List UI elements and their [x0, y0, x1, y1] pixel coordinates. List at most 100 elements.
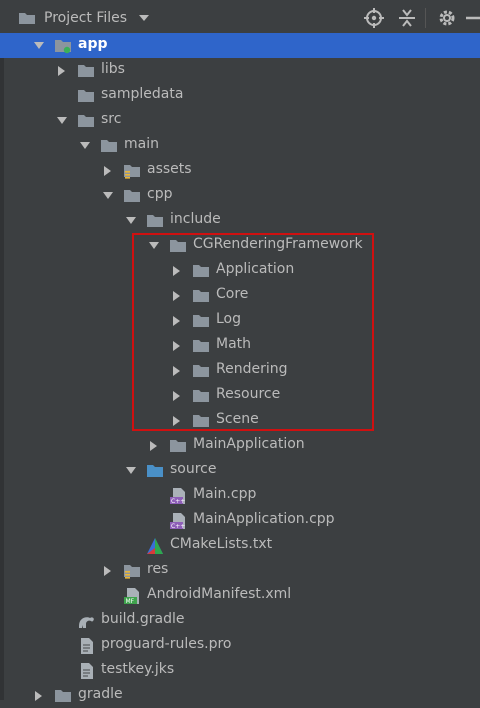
- tree-item-label: CMakeLists.txt: [170, 536, 273, 552]
- tree-item-label: main: [124, 136, 159, 152]
- tree-item-label: AndroidManifest.xml: [147, 586, 292, 602]
- folder-icon: [193, 265, 209, 277]
- collapsed-arrow-icon[interactable]: [102, 565, 114, 577]
- folder-icon: [193, 315, 209, 327]
- folder-icon: [78, 115, 94, 127]
- folder-icon: [193, 415, 209, 427]
- tree-item-resource[interactable]: Resource: [0, 383, 480, 408]
- tree-item-androidmanifest-xml[interactable]: MF AndroidManifest.xml: [0, 583, 480, 608]
- tree-item-source[interactable]: source: [0, 458, 480, 483]
- tree-item-label: proguard-rules.pro: [101, 636, 232, 652]
- tree-item-label: Main.cpp: [193, 486, 257, 502]
- collapsed-arrow-icon[interactable]: [171, 415, 183, 427]
- tree-item-rendering[interactable]: Rendering: [0, 358, 480, 383]
- project-view-title: Project Files: [44, 10, 128, 26]
- collapsed-arrow-icon[interactable]: [171, 290, 183, 302]
- svg-text:C++: C++: [171, 523, 185, 530]
- tree-item-res[interactable]: res: [0, 558, 480, 583]
- tree-item-assets[interactable]: assets: [0, 158, 480, 183]
- minimize-icon[interactable]: [464, 8, 480, 28]
- tree-item-label: include: [170, 211, 221, 227]
- tree-item-libs[interactable]: libs: [0, 58, 480, 83]
- folder-icon: [78, 65, 94, 77]
- collapse-all-icon[interactable]: [397, 8, 417, 28]
- tree-item-main[interactable]: main: [0, 133, 480, 158]
- project-panel-header: Project Files: [0, 0, 480, 37]
- expanded-arrow-icon[interactable]: [148, 240, 160, 252]
- tree-item-label: build.gradle: [101, 611, 185, 627]
- gradle-icon: [79, 617, 94, 628]
- tree-item-include[interactable]: include: [0, 208, 480, 233]
- collapsed-arrow-icon[interactable]: [171, 340, 183, 352]
- tree-item-src[interactable]: src: [0, 108, 480, 133]
- resource-folder-icon: [124, 565, 140, 579]
- expanded-arrow-icon[interactable]: [102, 190, 114, 202]
- tree-item-proguard-rules-pro[interactable]: proguard-rules.pro: [0, 633, 480, 658]
- tree-item-label: Application: [216, 261, 295, 277]
- folder-icon: [193, 340, 209, 352]
- cpp-file-icon: C++: [170, 513, 185, 530]
- svg-text:MF: MF: [126, 598, 135, 605]
- collapsed-arrow-icon[interactable]: [171, 390, 183, 402]
- tree-item-app[interactable]: app: [0, 33, 480, 58]
- collapsed-arrow-icon[interactable]: [171, 315, 183, 327]
- tree-item-sampledata[interactable]: sampledata: [0, 83, 480, 108]
- text-file-icon: [81, 663, 93, 679]
- tree-item-log[interactable]: Log: [0, 308, 480, 333]
- folder-icon: [193, 365, 209, 377]
- expanded-arrow-icon[interactable]: [79, 140, 91, 152]
- tree-item-mainapplication[interactable]: MainApplication: [0, 433, 480, 458]
- tree-item-label: CGRenderingFramework: [193, 236, 363, 252]
- collapsed-arrow-icon[interactable]: [171, 265, 183, 277]
- tree-item-label: Math: [216, 336, 252, 352]
- tree-item-scene[interactable]: Scene: [0, 408, 480, 433]
- folder-icon: [193, 390, 209, 402]
- text-file-icon: [81, 638, 93, 654]
- expanded-arrow-icon[interactable]: [125, 215, 137, 227]
- tree-item-label: Resource: [216, 386, 281, 402]
- module-folder-icon: [55, 40, 71, 54]
- folder-icon: [19, 13, 35, 24]
- collapsed-arrow-icon[interactable]: [171, 365, 183, 377]
- tree-item-label: Rendering: [216, 361, 288, 377]
- tree-item-label: source: [170, 461, 217, 477]
- collapsed-arrow-icon[interactable]: [56, 65, 68, 77]
- tree-item-label: MainApplication: [193, 436, 305, 452]
- tree-item-label: MainApplication.cpp: [193, 511, 335, 527]
- tree-item-cmakelists-txt[interactable]: CMakeLists.txt: [0, 533, 480, 558]
- tree-item-core[interactable]: Core: [0, 283, 480, 308]
- cmake-icon: [147, 538, 163, 554]
- resource-folder-icon: [124, 165, 140, 179]
- collapsed-arrow-icon[interactable]: [148, 440, 160, 452]
- tree-item-gradle[interactable]: gradle: [0, 683, 480, 708]
- tree-item-label: sampledata: [101, 86, 184, 102]
- tree-item-label: res: [147, 561, 169, 577]
- tree-item-testkey-jks[interactable]: testkey.jks: [0, 658, 480, 683]
- tree-item-math[interactable]: Math: [0, 333, 480, 358]
- tree-item-cgrenderingframework[interactable]: CGRenderingFramework: [0, 233, 480, 258]
- tree-item-mainapplication-cpp[interactable]: C++ MainApplication.cpp: [0, 508, 480, 533]
- manifest-icon: MF: [124, 588, 139, 605]
- tree-item-label: Scene: [216, 411, 259, 427]
- expanded-arrow-icon[interactable]: [125, 465, 137, 477]
- cpp-file-icon: C++: [170, 488, 185, 505]
- dropdown-chevron-icon[interactable]: [137, 11, 151, 25]
- collapsed-arrow-icon[interactable]: [102, 165, 114, 177]
- tree-item-cpp[interactable]: cpp: [0, 183, 480, 208]
- tree-item-application[interactable]: Application: [0, 258, 480, 283]
- expanded-arrow-icon[interactable]: [56, 115, 68, 127]
- tree-item-label: Log: [216, 311, 242, 327]
- folder-icon: [147, 215, 163, 227]
- tree-item-main-cpp[interactable]: C++ Main.cpp: [0, 483, 480, 508]
- expanded-arrow-icon[interactable]: [33, 40, 45, 52]
- gear-icon[interactable]: [437, 8, 457, 28]
- folder-icon: [55, 690, 71, 702]
- folder-icon: [170, 440, 186, 452]
- project-view-selector[interactable]: Project Files: [18, 8, 151, 28]
- locate-icon[interactable]: [364, 8, 384, 28]
- source-folder-icon: [147, 465, 163, 477]
- tree-item-build-gradle[interactable]: build.gradle: [0, 608, 480, 633]
- folder-icon: [124, 190, 140, 202]
- collapsed-arrow-icon[interactable]: [33, 690, 45, 702]
- folder-icon: [101, 140, 117, 152]
